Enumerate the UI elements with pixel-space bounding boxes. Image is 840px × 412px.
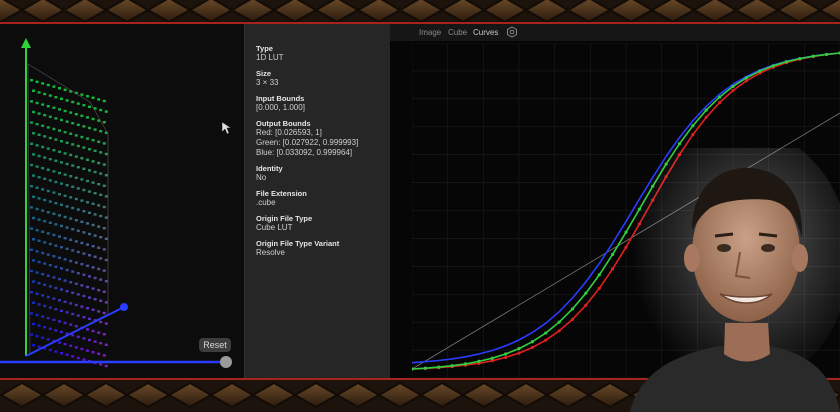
blue-axis-end-icon <box>120 303 128 311</box>
info-label-origin-file-type: Origin File Type <box>256 214 313 223</box>
tab-image[interactable]: Image <box>419 27 441 38</box>
info-value-input-bounds: [0.000, 1.000] <box>256 103 305 112</box>
info-value-output-bounds: Blue: [0.033092, 0.999964] <box>256 148 353 157</box>
lut-info-panel: Type 1D LUT Size 3 × 33 Input Bounds [0.000, … <box>244 24 390 378</box>
blue-axis <box>25 306 125 357</box>
info-value-type: 1D LUT <box>256 53 284 62</box>
info-value-output-bounds: Green: [0.027922, 0.999993] <box>256 138 359 147</box>
info-label-origin-file-type-variant: Origin File Type Variant <box>256 239 340 248</box>
info-value-output-bounds: Red: [0.026593, 1] <box>256 128 322 137</box>
info-label-input-bounds: Input Bounds <box>256 94 305 103</box>
cube-viewer-panel[interactable]: Reset <box>0 24 244 378</box>
info-label-type: Type <box>256 44 273 53</box>
presenter-portrait <box>630 148 840 412</box>
info-label-file-extension: File Extension <box>256 189 307 198</box>
hexagon-gear-icon[interactable] <box>506 26 518 38</box>
cube-points <box>30 79 108 368</box>
info-value-origin-file-type-variant: Resolve <box>256 248 285 257</box>
tab-curves[interactable]: Curves <box>473 27 498 38</box>
slider-knob-icon[interactable] <box>220 356 232 368</box>
green-axis-arrow-icon <box>21 38 31 48</box>
info-value-identity: No <box>256 173 267 182</box>
info-value-size: 3 × 33 <box>256 78 279 87</box>
lut-cube-3d-view[interactable] <box>0 24 244 378</box>
info-value-file-extension: .cube <box>256 198 276 207</box>
reset-button[interactable]: Reset <box>199 338 231 352</box>
info-label-size: Size <box>256 69 272 78</box>
cursor-arrow-icon <box>221 121 232 135</box>
tab-cube[interactable]: Cube <box>448 27 467 38</box>
info-label-output-bounds: Output Bounds <box>256 119 311 128</box>
info-label-identity: Identity <box>256 164 283 173</box>
view-tabs-bar: Image Cube Curves <box>390 24 840 41</box>
info-value-origin-file-type: Cube LUT <box>256 223 293 232</box>
